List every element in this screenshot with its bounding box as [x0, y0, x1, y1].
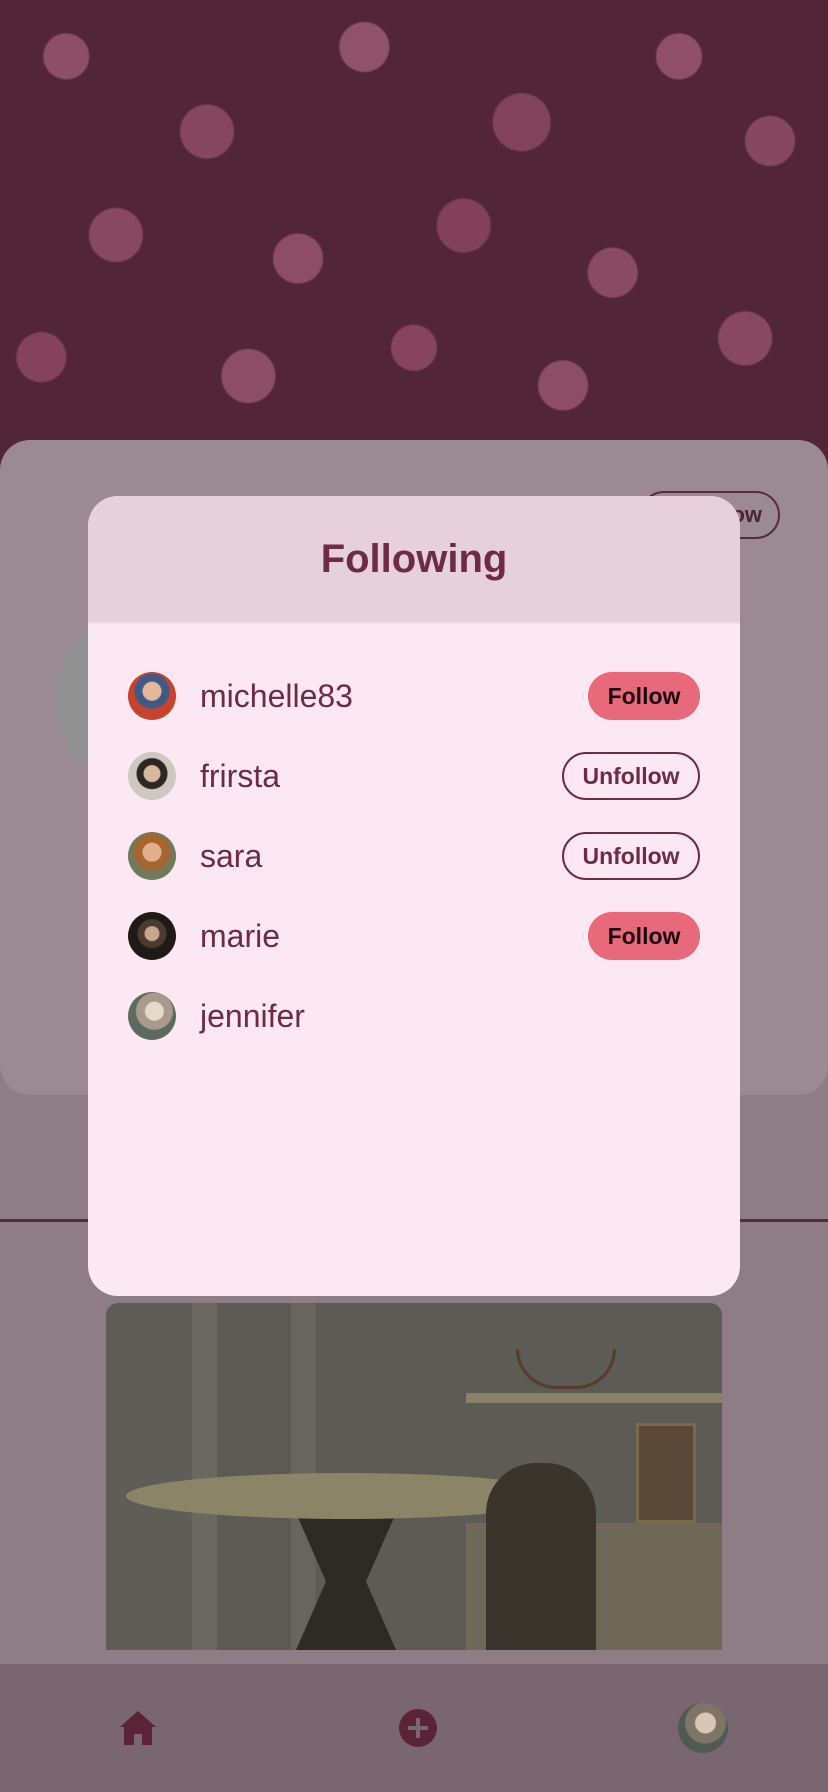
- modal-title: Following: [320, 536, 508, 581]
- user-avatar[interactable]: [128, 832, 176, 880]
- list-item: marie Follow: [88, 896, 740, 976]
- post-frame: [636, 1423, 696, 1523]
- post-chair: [486, 1463, 596, 1650]
- post-table-leg: [296, 1513, 396, 1650]
- post-shelf: [466, 1393, 722, 1403]
- user-avatar[interactable]: [128, 752, 176, 800]
- user-avatar[interactable]: [128, 912, 176, 960]
- modal-header: Following: [88, 496, 740, 624]
- user-avatar[interactable]: [128, 672, 176, 720]
- follow-button[interactable]: Follow: [588, 672, 700, 720]
- overlay-shade: [0, 0, 828, 470]
- post-bowl: [516, 1349, 616, 1389]
- user-avatar[interactable]: [128, 992, 176, 1040]
- following-modal: Following michelle83 Follow frirsta Unfo…: [88, 496, 740, 1296]
- username[interactable]: frirsta: [200, 758, 562, 795]
- unfollow-button[interactable]: Unfollow: [562, 832, 700, 880]
- username[interactable]: marie: [200, 918, 588, 955]
- list-item: frirsta Unfollow: [88, 736, 740, 816]
- list-item: jennifer: [88, 976, 740, 1056]
- add-icon[interactable]: [398, 1708, 438, 1748]
- home-icon[interactable]: [118, 1708, 158, 1748]
- post-image: [106, 1303, 722, 1650]
- following-list: michelle83 Follow frirsta Unfollow sara …: [88, 624, 740, 1056]
- profile-avatar[interactable]: [678, 1703, 728, 1753]
- unfollow-button[interactable]: Unfollow: [562, 752, 700, 800]
- bottom-nav: [0, 1664, 828, 1792]
- username[interactable]: jennifer: [200, 998, 700, 1035]
- username[interactable]: sara: [200, 838, 562, 875]
- list-item: sara Unfollow: [88, 816, 740, 896]
- list-item: michelle83 Follow: [88, 656, 740, 736]
- username[interactable]: michelle83: [200, 678, 588, 715]
- follow-button[interactable]: Follow: [588, 912, 700, 960]
